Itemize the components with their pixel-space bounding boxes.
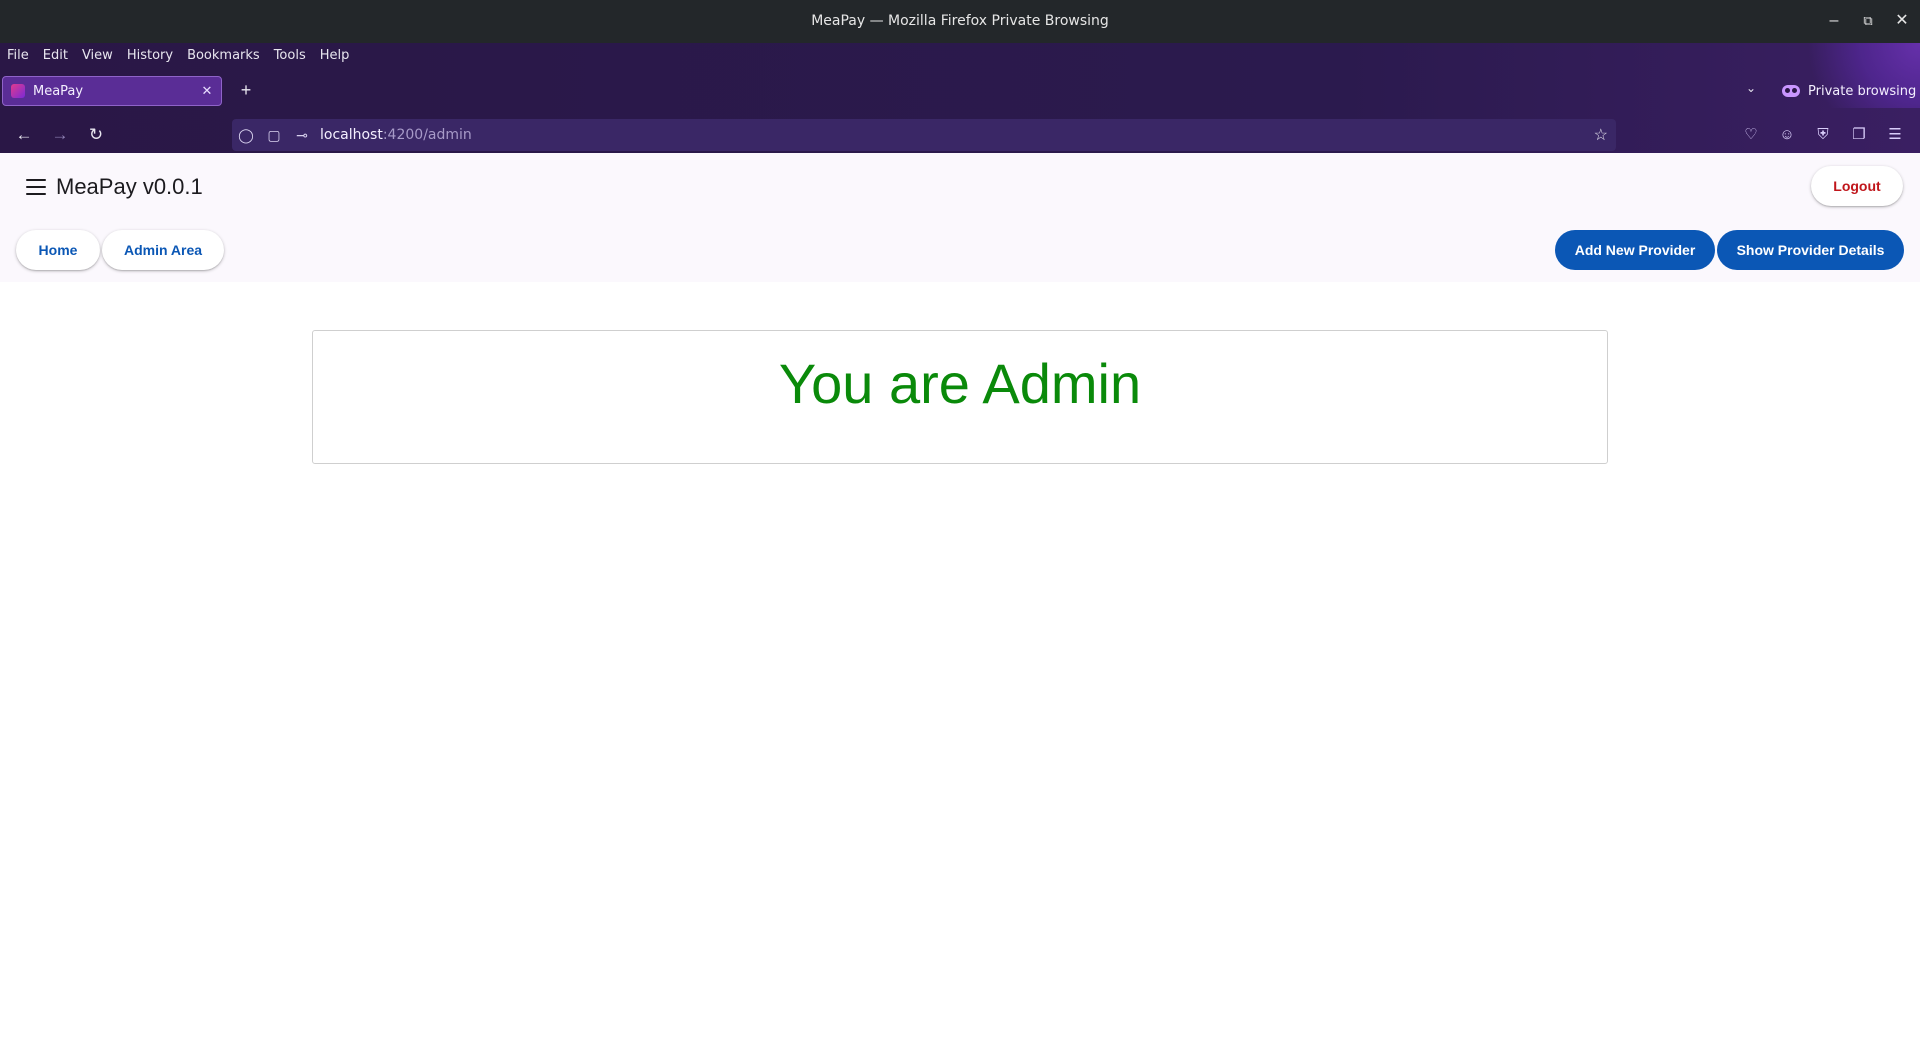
key-icon[interactable]: ⊸ xyxy=(288,127,316,144)
logout-button[interactable]: Logout xyxy=(1811,166,1903,206)
url-text[interactable]: localhost:4200/admin xyxy=(320,127,472,143)
page-info-icon[interactable]: ▢ xyxy=(260,127,288,144)
tab-close-icon[interactable]: ✕ xyxy=(197,83,217,99)
close-window-icon[interactable]: ✕ xyxy=(1892,11,1912,31)
restore-icon[interactable]: ⧉ xyxy=(1858,11,1878,31)
show-provider-details-button[interactable]: Show Provider Details xyxy=(1717,230,1904,270)
account-icon[interactable]: ☺ xyxy=(1777,125,1797,145)
menu-hamburger-icon[interactable] xyxy=(26,179,46,195)
tab-label: MeaPay xyxy=(33,83,84,99)
minimize-icon[interactable]: – xyxy=(1824,11,1844,31)
shield-extension-icon[interactable]: ⛨ xyxy=(1813,125,1833,145)
menu-history[interactable]: History xyxy=(120,43,180,69)
nav-toolbar: ← → ↻ ◯ ▢ ⊸ localhost:4200/admin ☆ ♡ ☺ ⛨… xyxy=(0,117,1920,153)
menu-file[interactable]: File xyxy=(0,43,36,69)
home-button[interactable]: Home xyxy=(16,230,100,270)
admin-message: You are Admin xyxy=(778,352,1142,415)
back-icon[interactable]: ← xyxy=(12,123,36,147)
private-browsing-indicator: Private browsing xyxy=(1782,78,1916,104)
new-tab-icon[interactable]: + xyxy=(236,80,256,100)
private-browsing-label: Private browsing xyxy=(1808,83,1917,99)
address-bar[interactable]: ◯ ▢ ⊸ localhost:4200/admin ☆ xyxy=(232,119,1616,151)
admin-card: You are Admin xyxy=(312,330,1608,464)
tab-meapay[interactable]: MeaPay ✕ xyxy=(2,76,222,106)
tab-list-chevron-icon[interactable]: ⌄ xyxy=(1746,81,1756,95)
menu-bookmarks[interactable]: Bookmarks xyxy=(180,43,267,69)
admin-area-button[interactable]: Admin Area xyxy=(102,230,224,270)
browser-chrome: File Edit View History Bookmarks Tools H… xyxy=(0,43,1920,153)
menu-bar: File Edit View History Bookmarks Tools H… xyxy=(0,43,356,69)
forward-icon[interactable]: → xyxy=(48,123,72,147)
private-mask-icon xyxy=(1782,85,1800,97)
menu-tools[interactable]: Tools xyxy=(267,43,313,69)
tab-strip: MeaPay ✕ + ⌄ Private browsing xyxy=(0,76,1920,120)
bookmark-star-icon[interactable]: ☆ xyxy=(1594,125,1608,145)
app-root: MeaPay v0.0.1 Logout Home Admin Area Add… xyxy=(0,153,1920,1040)
window-titlebar: MeaPay — Mozilla Firefox Private Browsin… xyxy=(0,0,1920,43)
window-title: MeaPay — Mozilla Firefox Private Browsin… xyxy=(811,13,1109,29)
menu-view[interactable]: View xyxy=(75,43,120,69)
angular-favicon-icon xyxy=(11,84,25,98)
menu-edit[interactable]: Edit xyxy=(36,43,75,69)
reload-icon[interactable]: ↻ xyxy=(84,123,108,147)
menu-help[interactable]: Help xyxy=(313,43,357,69)
app-menu-icon[interactable]: ☰ xyxy=(1885,125,1905,145)
extensions-icon[interactable]: ❐ xyxy=(1849,125,1869,145)
tracking-shield-icon[interactable]: ◯ xyxy=(232,127,260,144)
pocket-icon[interactable]: ♡ xyxy=(1741,125,1761,145)
app-title: MeaPay v0.0.1 xyxy=(56,174,203,199)
app-toolbar: MeaPay v0.0.1 Logout Home Admin Area Add… xyxy=(0,153,1920,282)
add-new-provider-button[interactable]: Add New Provider xyxy=(1555,230,1715,270)
